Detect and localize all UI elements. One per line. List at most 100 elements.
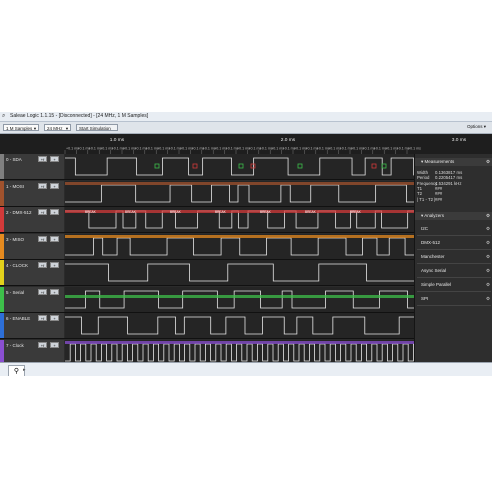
gear-icon[interactable]: ⚙ [486, 254, 490, 260]
waveform-trace [65, 316, 414, 335]
channel-label[interactable]: 2 - DMX-512 +f + [0, 207, 64, 232]
measurement-value: ### [435, 191, 443, 197]
channel-color-swatch [0, 339, 4, 365]
start-simulation-button[interactable]: Start Simulation [76, 124, 118, 131]
channel-waveform[interactable] [65, 313, 414, 338]
channel-trigger-button[interactable]: + [50, 235, 59, 242]
channel-label[interactable]: 0 - SDA +f + [0, 154, 64, 179]
channel-color-swatch [0, 286, 4, 312]
channel-waveform[interactable] [65, 154, 415, 179]
measurement-row: | T1 - T2 |### [417, 197, 442, 202]
gear-icon[interactable]: ⚙ [486, 226, 490, 232]
channel-trigger-button[interactable]: + [50, 262, 59, 268]
waveform-trace [65, 343, 414, 361]
measurement-row: Width 0.1363817 ms [417, 170, 462, 175]
channel-trigger-button[interactable]: + [50, 156, 59, 162]
channel-label[interactable]: 6 - ENABLE +f + [0, 313, 64, 338]
analyzer-item[interactable]: Manchester [421, 254, 445, 259]
gear-icon[interactable]: ⚙ [486, 282, 490, 288]
analyzer-item[interactable]: I2C [421, 226, 428, 231]
tab-arrow-icon[interactable]: ▸ [23, 367, 31, 376]
channel-settings-button[interactable]: +f [38, 156, 47, 162]
channel-name: 0 - SDA [6, 157, 22, 162]
channel-settings-button[interactable]: +f [38, 288, 47, 295]
time-ruler[interactable]: 1.0 ms 2.0 ms 3.0 ms +0.1 ms +0.1 ms +0.1 ms +… [0, 134, 492, 154]
channel-label[interactable]: 3 - MISO +f + [0, 233, 64, 259]
measurement-row: Period 0.2205417 ms [417, 175, 462, 180]
waveform-trace [65, 157, 415, 176]
measurement-value: 0.2205417 ms [435, 175, 463, 181]
options-button[interactable]: Options ▾ [467, 124, 486, 130]
decode-label: BREAK [125, 210, 137, 214]
channel-settings-button[interactable]: +f [38, 209, 47, 215]
measurement-row: T2 ### [417, 191, 442, 196]
gear-icon[interactable]: ⚙ [486, 213, 490, 219]
channel-name: 4 - CLOCK [6, 263, 29, 268]
waveform-trace [65, 263, 414, 282]
decode-bar [65, 234, 414, 238]
channel-settings-button[interactable]: +f [38, 341, 47, 348]
channel-waveform[interactable] [65, 180, 414, 206]
analyzer-item[interactable]: DMX-512 [421, 240, 440, 245]
channel-trigger-button[interactable]: + [50, 182, 59, 189]
analyzer-divider [417, 235, 491, 236]
analyzers-header[interactable]: ▾ Analyzers ⚙ [415, 212, 492, 220]
waveform-svg [65, 157, 415, 176]
decode-bar [65, 340, 414, 344]
decode-label: BREAK [170, 210, 182, 214]
channel-waveform[interactable]: BREAK BREAK BREAK BREAK BREAK BREAK BREAK [65, 207, 414, 232]
measurements-title: ▾ Measurements [421, 159, 455, 164]
channel-trigger-button[interactable]: + [50, 315, 59, 321]
channel-settings-button[interactable]: +f [38, 182, 47, 189]
measurements-header[interactable]: ▾ Measurements ⚙ [415, 158, 492, 166]
waveform-svg [65, 316, 414, 335]
measurement-value: ### [435, 196, 443, 202]
waveform-svg [65, 234, 414, 255]
measurement-key: | T1 - T2 | [417, 196, 436, 202]
channel-trigger-button[interactable]: + [50, 288, 59, 295]
channel-waveform[interactable] [65, 233, 414, 259]
channel-color-swatch [0, 207, 4, 232]
waveform-trace [65, 210, 414, 229]
channel-label[interactable]: 5 - Serial +f + [0, 286, 64, 312]
i2c-marker [192, 163, 198, 169]
waveform-svg [65, 290, 414, 308]
channel-trigger-button[interactable]: + [50, 209, 59, 215]
channel-label[interactable]: 7 - Clock +f + [0, 339, 64, 365]
analyzer-item[interactable]: SPI [421, 296, 428, 301]
analyzer-item[interactable]: Async Serial [421, 268, 446, 273]
rate-value: 24 MHz [47, 126, 63, 131]
app-icon: ⌕ [2, 113, 6, 119]
channel-settings-button[interactable]: +f [38, 315, 47, 321]
channel-label[interactable]: 1 - MOSI +f + [0, 180, 64, 206]
gear-icon[interactable]: ⚙ [486, 268, 490, 274]
window-title: Saleae Logic 1.1.15 - [Disconnected] - [… [10, 113, 149, 119]
decode-label: BREAK [85, 210, 97, 214]
decode-label: BREAK [215, 210, 227, 214]
decode-bar [65, 210, 414, 213]
measurement-key: Frequency [417, 180, 438, 186]
chevron-down-icon: ▼ [33, 126, 37, 131]
gear-icon[interactable]: ⚙ [486, 296, 490, 302]
channel-settings-button[interactable]: +f [38, 235, 47, 242]
analyzer-item[interactable]: Simple Parallel [421, 282, 451, 287]
channel-settings-button[interactable]: +f [38, 262, 47, 268]
samples-select[interactable]: 1 M Samples ▼ [3, 124, 39, 131]
channel-color-swatch [0, 313, 4, 338]
channel-waveform[interactable] [65, 260, 414, 285]
analyzer-divider [417, 263, 491, 264]
gear-icon[interactable]: ⚙ [486, 240, 490, 246]
decode-label: BREAK [305, 210, 317, 214]
channel-name: 3 - MISO [6, 236, 25, 242]
channel-waveform[interactable] [65, 286, 414, 312]
measurement-key: Width [417, 170, 428, 175]
waveform-svg [65, 340, 414, 361]
channel-trigger-button[interactable]: + [50, 341, 59, 348]
channel-label[interactable]: 4 - CLOCK +f + [0, 260, 64, 285]
waveform-trace [65, 237, 414, 255]
decode-bar [65, 294, 414, 298]
gear-icon[interactable]: ⚙ [486, 159, 490, 165]
rate-select[interactable]: 24 MHz ▼ [44, 124, 71, 131]
channel-waveform[interactable] [65, 339, 414, 365]
ruler-minor-label: +0.1 ms [408, 147, 421, 151]
